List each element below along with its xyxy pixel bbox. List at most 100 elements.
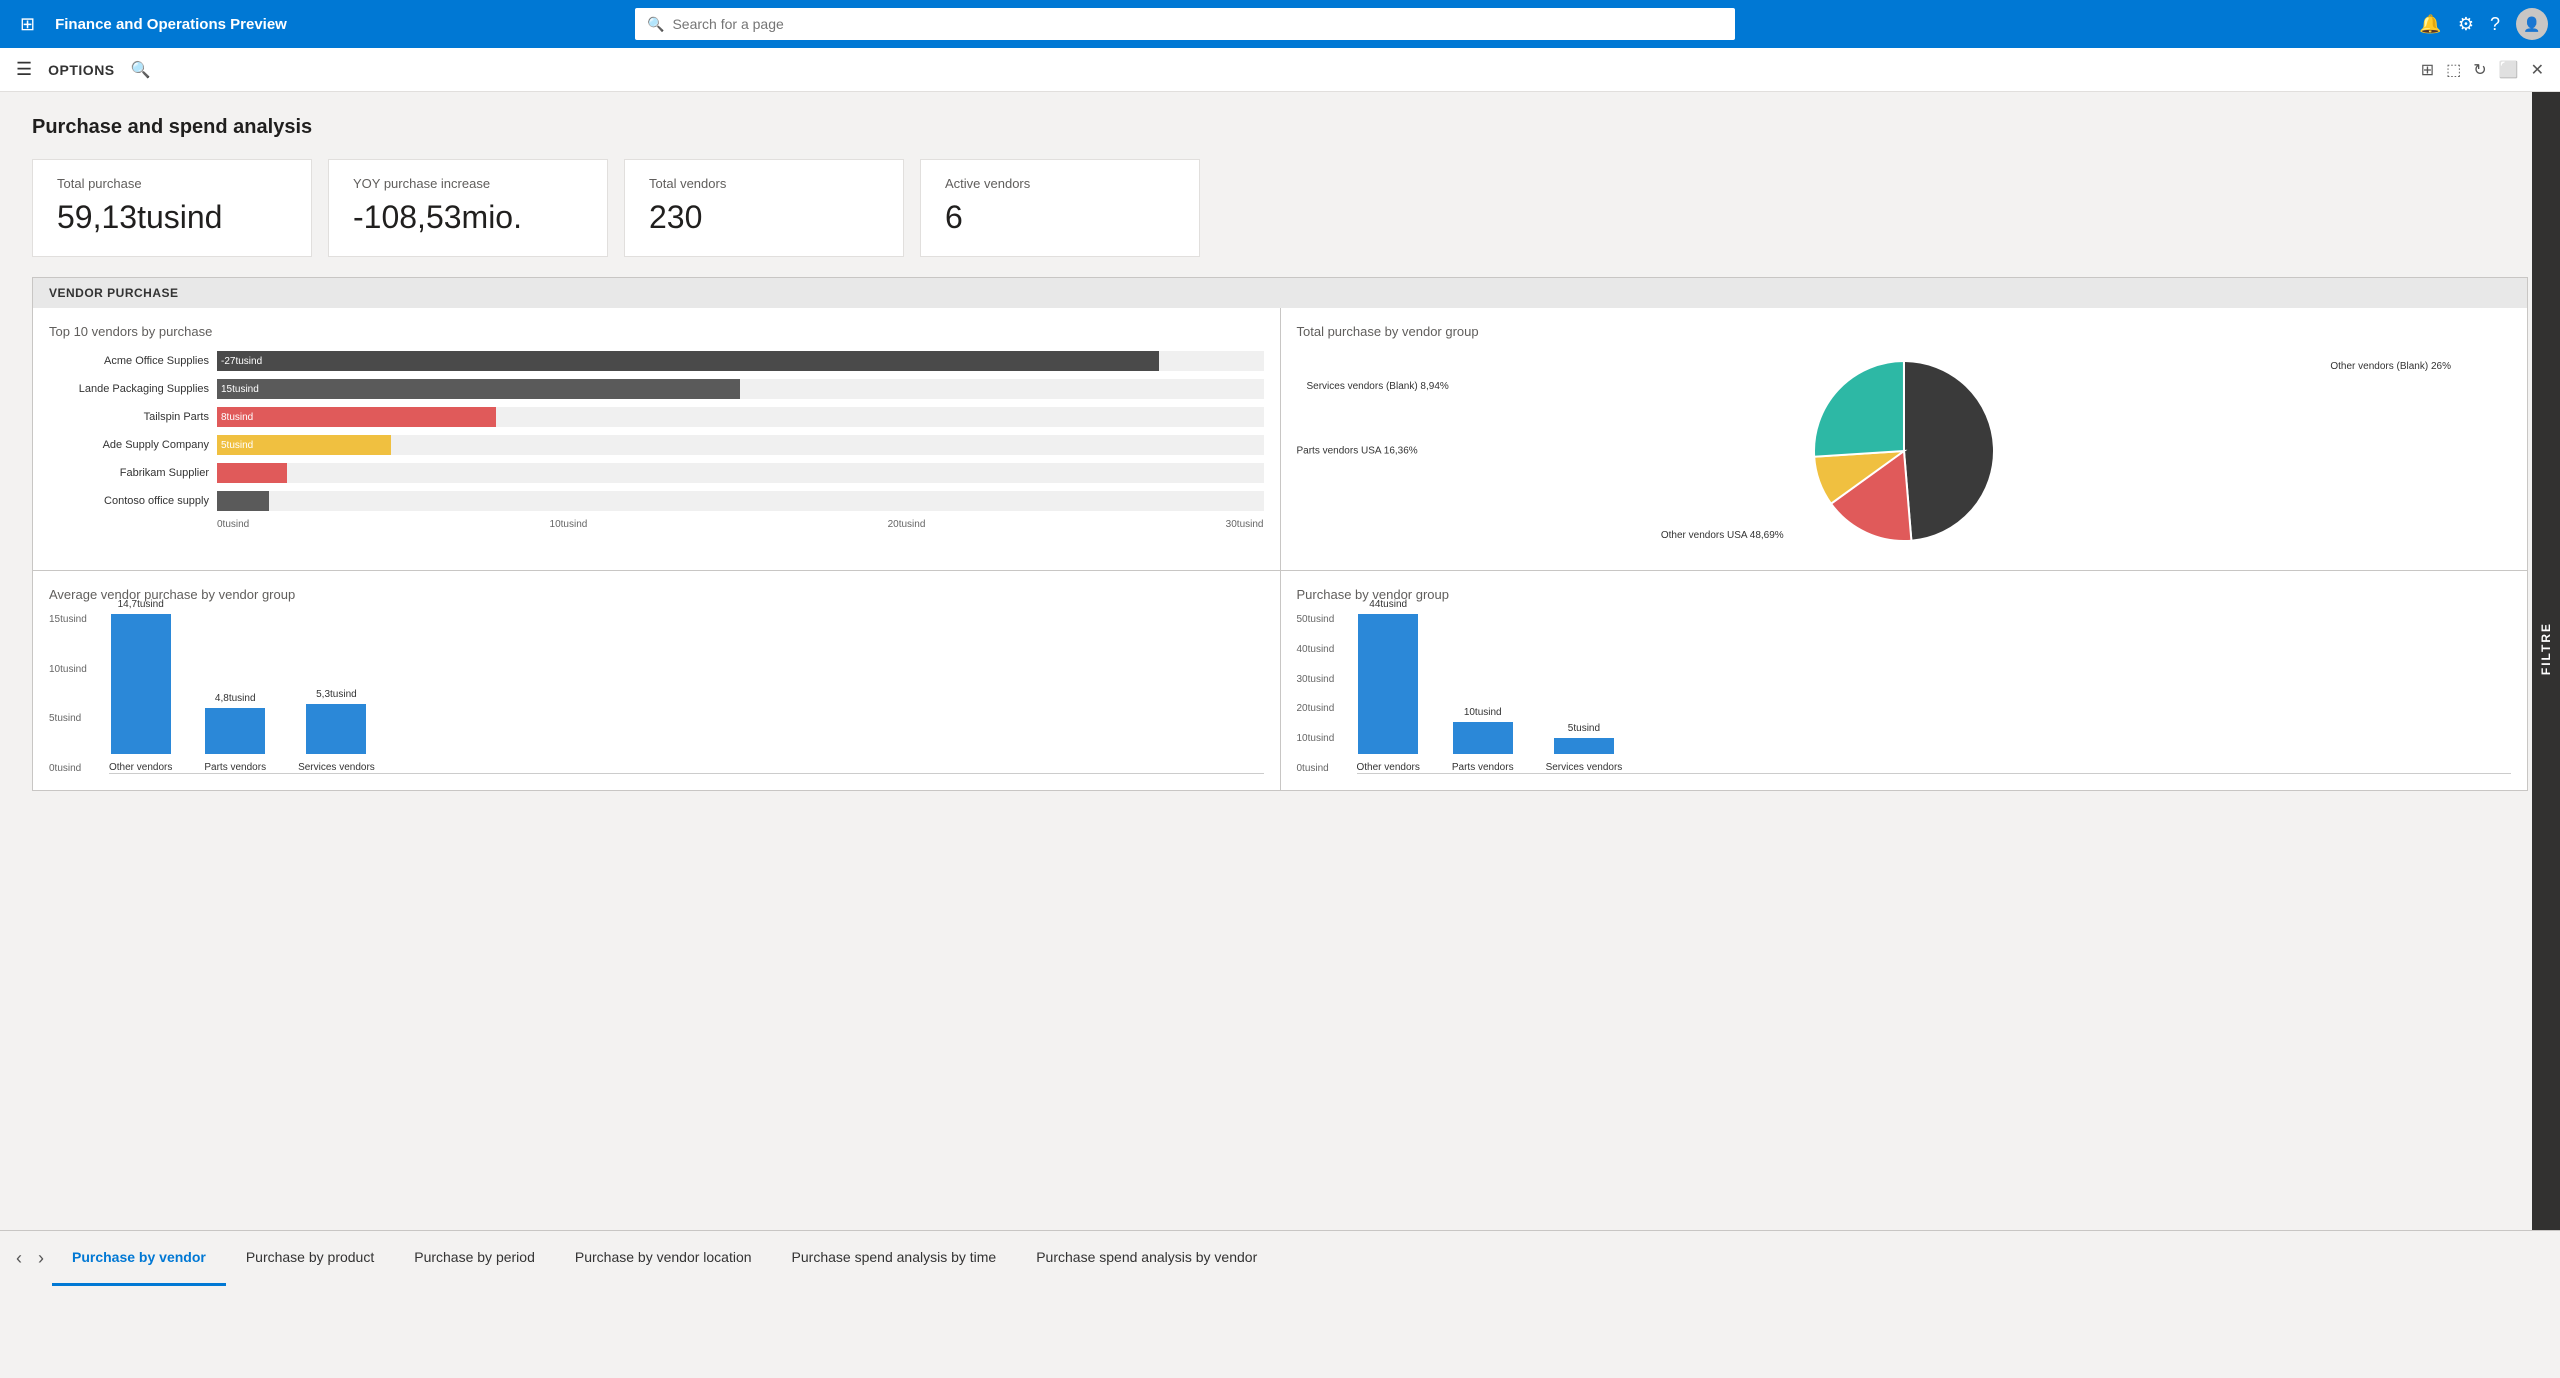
tab-next-button[interactable]: › (30, 1231, 52, 1286)
avg-y-axis: 0tusind 5tusind 10tusind 15tusind (49, 614, 87, 774)
tab-purchase-by-vendor-location[interactable]: Purchase by vendor location (555, 1231, 772, 1286)
tab-purchase-spend-time[interactable]: Purchase spend analysis by time (772, 1231, 1017, 1286)
pie-segment (1814, 361, 1904, 457)
h-bar-row: Ade Supply Company 5tusind (49, 435, 1264, 455)
vendor-purchase-section: VENDOR PURCHASE Top 10 vendors by purcha… (32, 277, 2528, 791)
avg-bar-other-value: 14,7tusind (118, 599, 164, 610)
avg-bars-container: 14,7tusind Other vendors 4,8tusind Parts… (109, 614, 1264, 774)
tab-prev-button[interactable]: ‹ (8, 1231, 30, 1286)
options-right-buttons: ⊞ ⬚ ↻ ⬜ ✕ (2421, 60, 2544, 80)
group-bars-container: 44tusind Other vendors 10tusind Parts ve… (1357, 614, 2512, 774)
avg-bar-other (111, 614, 171, 754)
grid-icon[interactable]: ⊞ (12, 6, 43, 43)
group-y-axis: 0tusind 10tusind 20tusind 30tusind 40tus… (1297, 614, 1335, 774)
h-bar-fill: -27tusind (217, 351, 1159, 371)
search-input[interactable] (672, 16, 1723, 32)
h-bar-row: Fabrikam Supplier (49, 463, 1264, 483)
avg-bar-other-vendors: 14,7tusind Other vendors (109, 599, 172, 773)
search-bar[interactable]: 🔍 (635, 8, 1735, 40)
group-bar-parts-label: Parts vendors (1452, 762, 1514, 773)
h-bar-text: -27tusind (221, 356, 262, 367)
kpi-active-vendors-value: 6 (945, 199, 1175, 236)
notification-icon[interactable]: 🔔 (2419, 14, 2441, 35)
close-icon[interactable]: ✕ (2531, 60, 2544, 80)
pie-label-other-usa: Other vendors USA 48,69% (1661, 530, 1784, 541)
h-bar-row: Contoso office supply (49, 491, 1264, 511)
avg-vendor-chart-title: Average vendor purchase by vendor group (49, 587, 1264, 602)
bottom-tabs: ‹ › Purchase by vendor Purchase by produ… (0, 1230, 2560, 1286)
h-bar-row: Tailspin Parts 8tusind (49, 407, 1264, 427)
filter-sidebar[interactable]: ‹ FILTRE (2532, 48, 2560, 1230)
hamburger-icon[interactable]: ☰ (16, 59, 32, 80)
tab-purchase-by-vendor[interactable]: Purchase by vendor (52, 1231, 226, 1286)
top10-chart-title: Top 10 vendors by purchase (49, 324, 1264, 339)
h-bar-track: 8tusind (217, 407, 1264, 427)
h-bar-label: Ade Supply Company (49, 439, 209, 451)
kpi-yoy-increase: YOY purchase increase -108,53mio. (328, 159, 608, 257)
group-bar-services-fill (1554, 738, 1614, 754)
group-chart-title: Purchase by vendor group (1297, 587, 2512, 602)
group-bar-other-fill (1358, 614, 1418, 754)
options-label: OPTIONS (48, 62, 115, 78)
avg-bar-services-value: 5,3tusind (316, 689, 357, 700)
group-bar-parts-value: 10tusind (1464, 707, 1502, 718)
h-bar-label: Fabrikam Supplier (49, 467, 209, 479)
group-chart-panel[interactable]: Purchase by vendor group 0tusind 10tusin… (1281, 571, 2528, 790)
top10-chart-panel[interactable]: Top 10 vendors by purchase Acme Office S… (33, 308, 1280, 570)
tab-purchase-spend-vendor[interactable]: Purchase spend analysis by vendor (1016, 1231, 1277, 1286)
options-search-icon[interactable]: 🔍 (131, 60, 151, 80)
nav-right-icons: 🔔 ⚙ ? 👤 (2419, 8, 2548, 40)
pie-chart-panel[interactable]: Total purchase by vendor group Other ven… (1281, 308, 2528, 570)
embed-icon[interactable]: ⊞ (2421, 60, 2434, 80)
main-content: Purchase and spend analysis Total purcha… (0, 92, 2560, 1230)
h-bar-label: Tailspin Parts (49, 411, 209, 423)
x-label-30: 30tusind (1226, 519, 1264, 530)
pie-chart-title: Total purchase by vendor group (1297, 324, 2512, 339)
top-navigation: ⊞ Finance and Operations Preview 🔍 🔔 ⚙ ?… (0, 0, 2560, 48)
kpi-active-vendors: Active vendors 6 (920, 159, 1200, 257)
top10-bar-chart: Acme Office Supplies -27tusind Lande Pac… (49, 351, 1264, 554)
help-icon[interactable]: ? (2490, 14, 2500, 35)
pie-label-other-blank: Other vendors (Blank) 26% (2330, 361, 2451, 372)
avatar[interactable]: 👤 (2516, 8, 2548, 40)
x-label-0: 0tusind (217, 519, 249, 530)
avg-bar-services-label: Services vendors (298, 762, 375, 773)
h-bar-fill: 15tusind (217, 379, 740, 399)
refresh-icon[interactable]: ↻ (2473, 60, 2486, 80)
avg-bar-parts-vendors: 4,8tusind Parts vendors (204, 693, 266, 773)
h-bar-fill (217, 491, 269, 511)
group-bar-parts-fill (1453, 722, 1513, 754)
settings-icon[interactable]: ⚙ (2458, 14, 2474, 35)
h-bar-row: Acme Office Supplies -27tusind (49, 351, 1264, 371)
group-bar-services-value: 5tusind (1568, 723, 1600, 734)
h-bar-label: Acme Office Supplies (49, 355, 209, 367)
charts-grid: Top 10 vendors by purchase Acme Office S… (33, 308, 2527, 790)
group-bar-other-label: Other vendors (1357, 762, 1420, 773)
avg-bar-parts-value: 4,8tusind (215, 693, 256, 704)
h-bar-track (217, 463, 1264, 483)
kpi-total-vendors-label: Total vendors (649, 176, 879, 191)
h-bar-fill: 5tusind (217, 435, 391, 455)
popout-icon[interactable]: ⬜ (2499, 60, 2519, 80)
app-title: Finance and Operations Preview (55, 16, 287, 33)
group-bar-parts: 10tusind Parts vendors (1452, 707, 1514, 773)
kpi-total-vendors: Total vendors 230 (624, 159, 904, 257)
pie-segment (1904, 361, 1994, 541)
group-bar-services-label: Services vendors (1546, 762, 1623, 773)
kpi-active-vendors-label: Active vendors (945, 176, 1175, 191)
h-bar-fill (217, 463, 287, 483)
kpi-yoy-increase-label: YOY purchase increase (353, 176, 583, 191)
h-bar-text: 5tusind (221, 440, 253, 451)
h-bar-track: -27tusind (217, 351, 1264, 371)
tab-purchase-by-period[interactable]: Purchase by period (394, 1231, 555, 1286)
tab-purchase-by-product[interactable]: Purchase by product (226, 1231, 394, 1286)
page-title: Purchase and spend analysis (32, 116, 2528, 139)
avg-bar-services-vendors: 5,3tusind Services vendors (298, 689, 375, 773)
avg-bar-parts-label: Parts vendors (204, 762, 266, 773)
avg-vendor-chart-panel[interactable]: Average vendor purchase by vendor group … (33, 571, 1280, 790)
group-bar-other: 44tusind Other vendors (1357, 599, 1420, 773)
kpi-total-purchase-value: 59,13tusind (57, 199, 287, 236)
pie-chart: Other vendors (Blank) 26% Services vendo… (1297, 351, 2512, 551)
h-bar-fill: 8tusind (217, 407, 496, 427)
open-new-icon[interactable]: ⬚ (2446, 60, 2461, 80)
